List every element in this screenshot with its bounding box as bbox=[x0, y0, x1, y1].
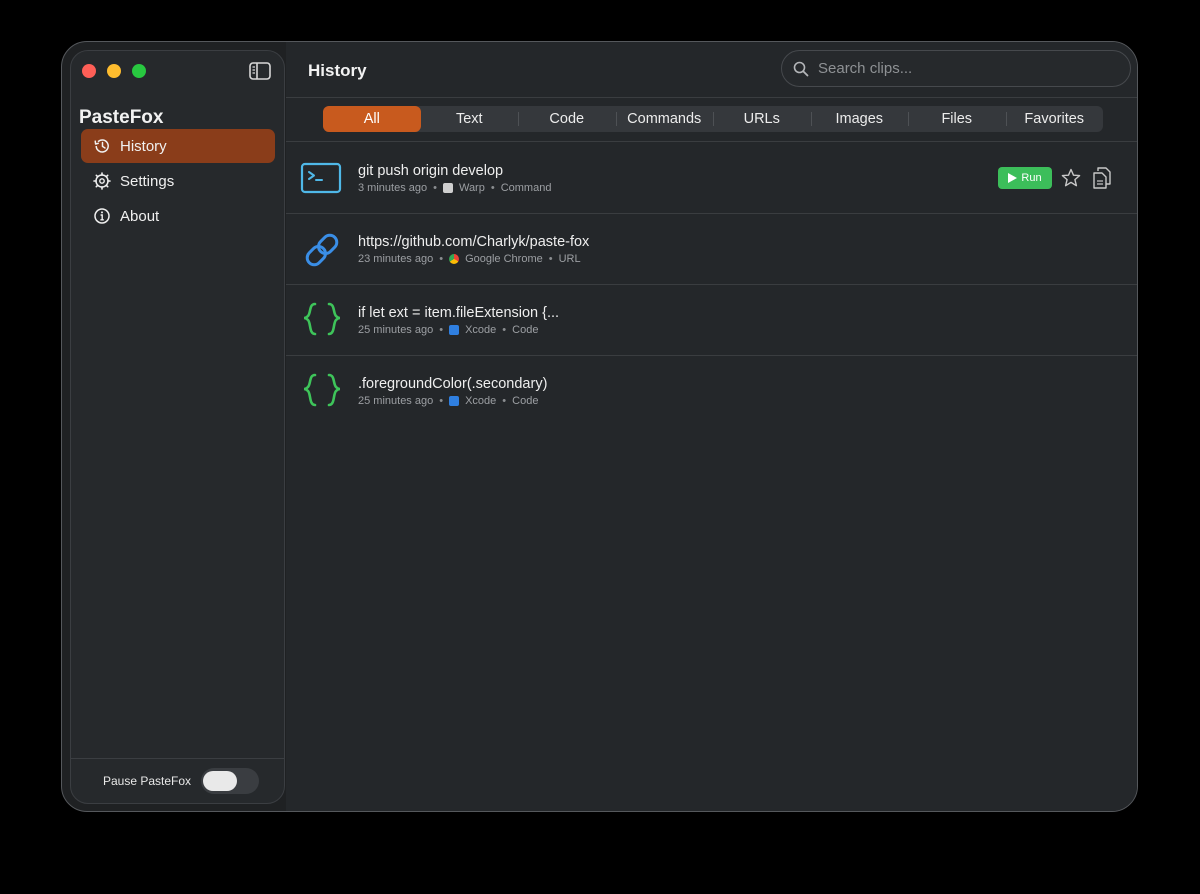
search-icon bbox=[793, 61, 809, 76]
sidebar-item-history[interactable]: History bbox=[81, 129, 275, 163]
sidebar-footer: Pause PasteFox bbox=[71, 758, 284, 803]
clip-kind: URL bbox=[558, 253, 581, 265]
sidebar-item-label: Settings bbox=[120, 172, 175, 190]
tab-all[interactable]: All bbox=[323, 106, 421, 132]
clip-time: 25 minutes ago bbox=[358, 324, 434, 336]
sidebar-item-label: History bbox=[120, 137, 167, 155]
warp-app-icon bbox=[442, 183, 453, 193]
pause-label: Pause PasteFox bbox=[103, 774, 192, 788]
sidebar-item-settings[interactable]: Settings bbox=[81, 164, 275, 198]
clip-row[interactable]: .foregroundColor(.secondary) 25 minutes … bbox=[286, 355, 1137, 426]
xcode-app-icon bbox=[449, 396, 460, 406]
clip-app: Warp bbox=[458, 182, 485, 194]
clip-meta: 3 minutes ago • Warp • Command bbox=[358, 182, 552, 194]
header: History bbox=[286, 42, 1137, 98]
clip-app: Xcode bbox=[465, 324, 497, 336]
clip-meta: 25 minutes ago • Xcode • Code bbox=[358, 395, 539, 407]
search-field[interactable] bbox=[781, 50, 1131, 87]
history-icon bbox=[94, 139, 109, 153]
tab-files[interactable]: Files bbox=[908, 106, 1006, 132]
clip-time: 25 minutes ago bbox=[358, 395, 434, 407]
clip-app: Google Chrome bbox=[465, 253, 543, 265]
clip-time: 3 minutes ago bbox=[358, 182, 428, 194]
page-title: History bbox=[308, 61, 367, 80]
copy-icon[interactable] bbox=[1092, 166, 1112, 190]
run-button[interactable]: Run bbox=[998, 167, 1052, 189]
clip-time: 23 minutes ago bbox=[358, 253, 434, 265]
clip-title: https://github.com/Charlyk/paste-fox bbox=[358, 234, 590, 250]
tab-text[interactable]: Text bbox=[421, 106, 519, 132]
clip-row[interactable]: git push origin develop 3 minutes ago • … bbox=[286, 142, 1137, 214]
clip-meta: 25 minutes ago • Xcode • Code bbox=[358, 324, 539, 336]
terminal-icon bbox=[300, 162, 342, 194]
tab-code[interactable]: Code bbox=[518, 106, 616, 132]
clip-kind: Code bbox=[512, 395, 539, 407]
sidebar-item-about[interactable]: About bbox=[81, 199, 275, 233]
star-icon[interactable] bbox=[1061, 168, 1081, 188]
clip-meta: 23 minutes ago • Google Chrome • URL bbox=[358, 253, 581, 265]
clip-title: git push origin develop bbox=[358, 163, 504, 179]
code-braces-icon bbox=[303, 302, 341, 336]
sidebar-item-label: About bbox=[120, 207, 160, 225]
clip-row[interactable]: https://github.com/Charlyk/paste-fox 23 … bbox=[286, 213, 1137, 285]
clip-kind: Code bbox=[512, 324, 539, 336]
tab-images[interactable]: Images bbox=[810, 106, 909, 132]
play-icon bbox=[1008, 173, 1018, 183]
main-content: History All Text Code Commands URLs Imag… bbox=[286, 42, 1137, 811]
close-window-button[interactable] bbox=[82, 64, 96, 78]
sidebar-toggle-icon[interactable] bbox=[249, 62, 271, 80]
filter-tabs: All Text Code Commands URLs Images Files… bbox=[323, 106, 1103, 132]
zoom-window-button[interactable] bbox=[132, 64, 146, 78]
code-braces-icon bbox=[303, 373, 341, 407]
minimize-window-button[interactable] bbox=[107, 64, 121, 78]
run-label: Run bbox=[1021, 172, 1042, 184]
tab-urls[interactable]: URLs bbox=[713, 106, 811, 132]
clip-title: .foregroundColor(.secondary) bbox=[358, 376, 548, 392]
info-icon bbox=[94, 208, 110, 224]
link-icon bbox=[305, 233, 339, 267]
clip-app: Xcode bbox=[465, 395, 497, 407]
chrome-app-icon bbox=[449, 254, 460, 264]
xcode-app-icon bbox=[449, 325, 460, 335]
pause-toggle[interactable] bbox=[201, 768, 260, 794]
clip-kind: Command bbox=[500, 182, 552, 194]
sidebar: PasteFox History Settings About Pause Pa… bbox=[70, 50, 285, 804]
clip-row[interactable]: if let ext = item.fileExtension {... 25 … bbox=[286, 284, 1137, 356]
app-window: PasteFox History Settings About Pause Pa… bbox=[61, 41, 1138, 812]
gear-icon bbox=[93, 172, 111, 190]
app-title: PasteFox bbox=[79, 107, 164, 128]
toggle-knob bbox=[203, 771, 238, 791]
tab-favorites[interactable]: Favorites bbox=[1005, 106, 1104, 132]
tab-commands[interactable]: Commands bbox=[615, 106, 714, 132]
search-input[interactable] bbox=[818, 60, 1108, 77]
clip-title: if let ext = item.fileExtension {... bbox=[358, 305, 560, 321]
